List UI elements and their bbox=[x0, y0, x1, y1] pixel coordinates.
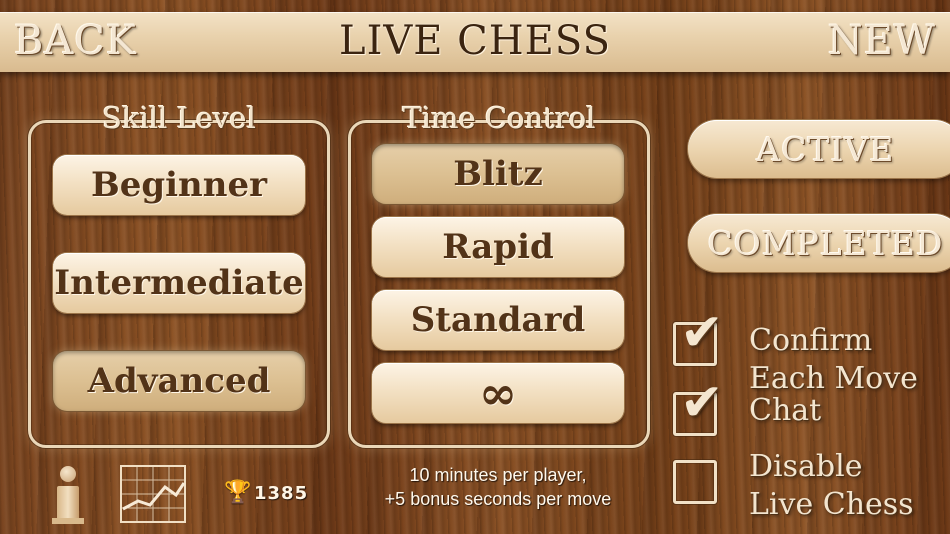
time-rapid-button[interactable]: Rapid bbox=[372, 217, 624, 277]
time-unlimited-button[interactable]: ∞ bbox=[372, 363, 624, 423]
rating-graph-icon[interactable] bbox=[120, 465, 186, 523]
chat-setting[interactable]: ✔ Chat bbox=[673, 377, 822, 436]
check-icon: ✔ bbox=[680, 373, 724, 433]
confirm-move-label: Confirm Each Move bbox=[749, 323, 918, 396]
skill-advanced-button[interactable]: Advanced bbox=[53, 351, 305, 411]
disable-live-checkbox[interactable] bbox=[673, 460, 717, 504]
active-games-button[interactable]: ACTIVE bbox=[688, 120, 950, 178]
disable-live-setting[interactable]: Disable Live Chess bbox=[673, 449, 914, 524]
top-bar: BACK LIVE CHESS NEW bbox=[0, 12, 950, 72]
time-control-label: Time Control bbox=[394, 101, 604, 135]
trophy-icon: 🏆 bbox=[224, 480, 252, 505]
time-standard-button[interactable]: Standard bbox=[372, 290, 624, 350]
new-button[interactable]: NEW bbox=[828, 18, 936, 64]
check-icon: ✔ bbox=[680, 303, 724, 363]
disable-live-label: Disable Live Chess bbox=[749, 449, 914, 522]
time-blitz-button[interactable]: Blitz bbox=[372, 144, 624, 204]
skill-level-label: Skill Level bbox=[94, 101, 264, 135]
chat-checkbox[interactable]: ✔ bbox=[673, 377, 724, 436]
page-title: LIVE CHESS bbox=[339, 18, 611, 64]
rating-value: 1385 bbox=[254, 483, 309, 504]
info-icon[interactable] bbox=[52, 464, 84, 524]
skill-beginner-button[interactable]: Beginner bbox=[53, 155, 305, 215]
time-control-description: 10 minutes per player, +5 bonus seconds … bbox=[384, 465, 612, 509]
confirm-move-checkbox[interactable]: ✔ bbox=[673, 307, 724, 366]
skill-intermediate-button[interactable]: Intermediate bbox=[53, 253, 305, 313]
completed-games-button[interactable]: COMPLETED bbox=[688, 214, 950, 272]
chat-label: Chat bbox=[749, 393, 822, 428]
